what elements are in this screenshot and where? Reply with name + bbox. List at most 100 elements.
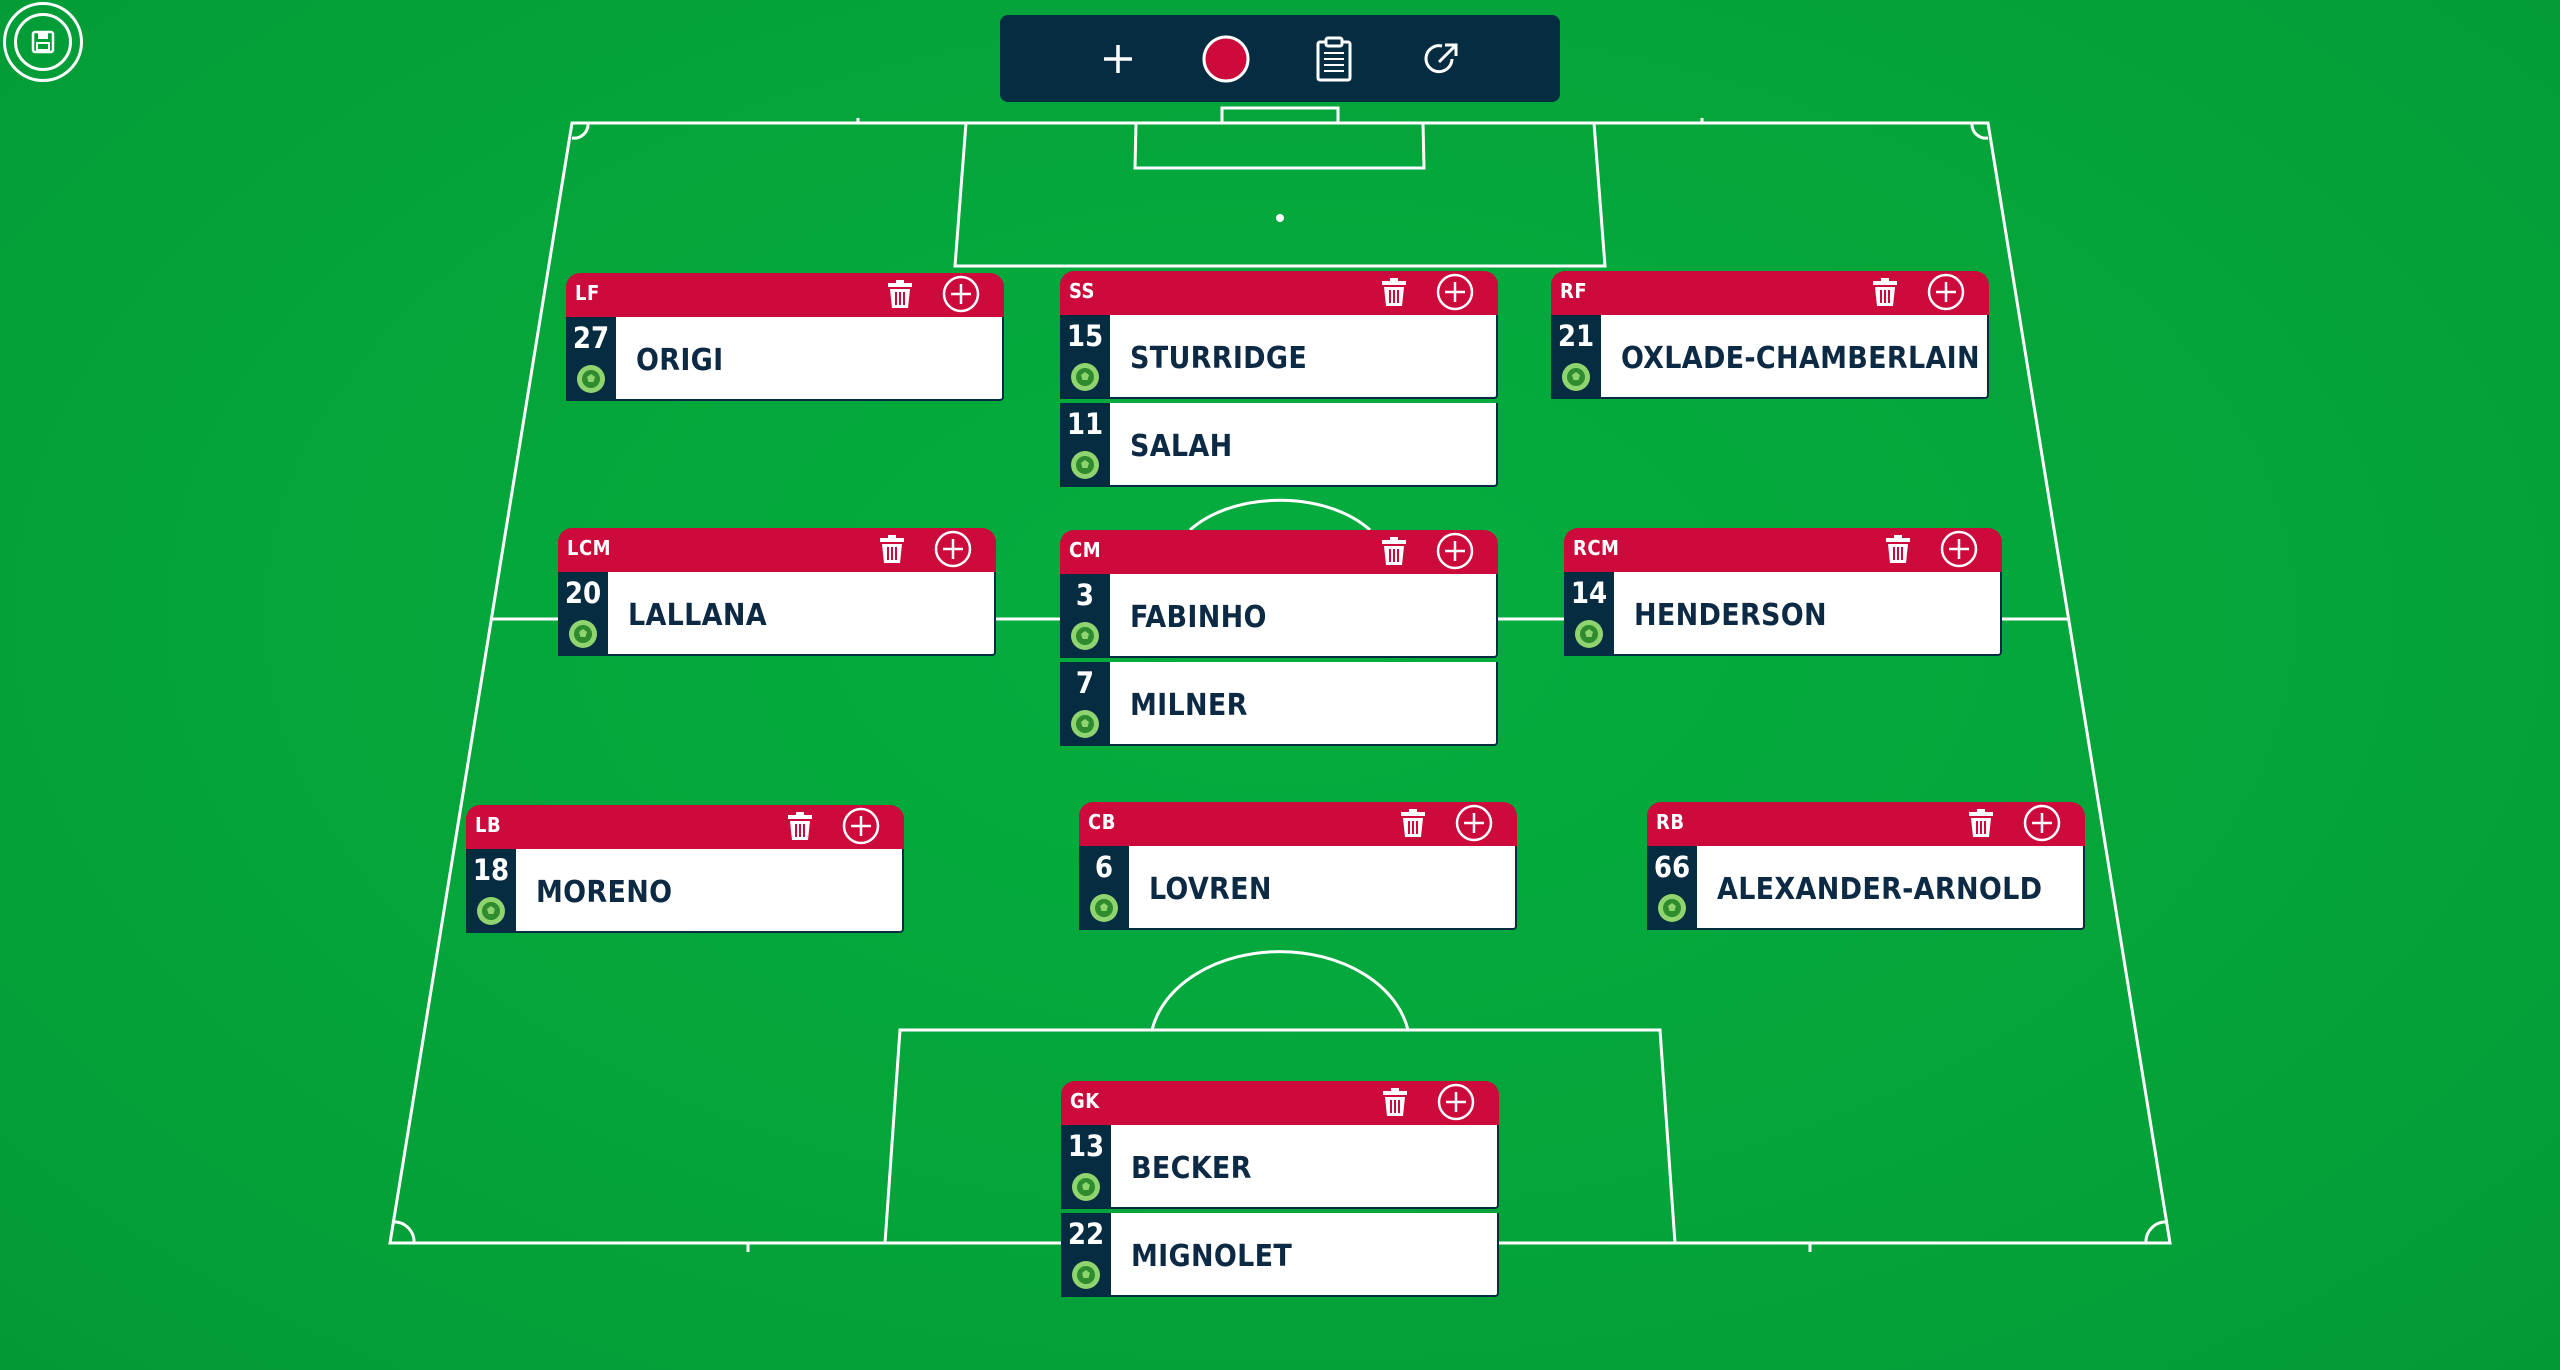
delete-position-button[interactable] <box>782 808 818 844</box>
player-name: ALEXANDER-ARNOLD <box>1717 871 2043 907</box>
player-name-cell[interactable]: LALLANA <box>608 572 996 656</box>
center-circle <box>1188 498 1372 532</box>
add-player-button[interactable] <box>1435 1081 1477 1123</box>
trash-icon <box>1886 535 1910 563</box>
floppy-disk-icon <box>31 30 55 54</box>
share-button[interactable] <box>1416 33 1468 85</box>
kit-color-button[interactable] <box>1200 33 1252 85</box>
add-player-button[interactable] <box>1434 530 1476 572</box>
player-row[interactable]: 27 ORIGI <box>566 317 1004 401</box>
position-header: LB <box>466 805 904 849</box>
shirt-number: 21 <box>1557 319 1595 353</box>
ball-icon-wrap <box>567 618 599 654</box>
player-name-cell[interactable]: MORENO <box>516 849 904 933</box>
position-card-rb: RB 66 ALEXANDER-ARNOLD <box>1647 802 2085 930</box>
player-row[interactable]: 22 MIGNOLET <box>1061 1213 1499 1297</box>
player-name: LOVREN <box>1149 871 1272 907</box>
player-row[interactable]: 18 MORENO <box>466 849 904 933</box>
player-row[interactable]: 20 LALLANA <box>558 572 996 656</box>
shirt-number-column: 21 <box>1551 315 1601 399</box>
ball-icon-wrap <box>1088 892 1120 928</box>
add-player-icon <box>2023 804 2061 842</box>
delete-position-button[interactable] <box>874 531 910 567</box>
delete-position-button[interactable] <box>1377 1084 1413 1120</box>
add-player-button[interactable] <box>840 805 882 847</box>
trash-icon <box>1382 278 1406 306</box>
player-name: ORIGI <box>636 342 724 378</box>
player-name-cell[interactable]: ALEXANDER-ARNOLD <box>1697 846 2085 930</box>
player-row[interactable]: 13 BECKER <box>1061 1125 1499 1209</box>
football-icon <box>1090 894 1118 922</box>
shirt-number: 27 <box>572 321 610 355</box>
player-row[interactable]: 3 FABINHO <box>1060 574 1498 658</box>
ball-icon-wrap <box>1573 618 1605 654</box>
player-name-cell[interactable]: MILNER <box>1110 662 1498 746</box>
player-name: SALAH <box>1130 428 1233 464</box>
player-name-cell[interactable]: BECKER <box>1111 1125 1499 1209</box>
player-row[interactable]: 7 MILNER <box>1060 662 1498 746</box>
player-row[interactable]: 6 LOVREN <box>1079 846 1517 930</box>
shirt-number: 3 <box>1075 578 1095 612</box>
shirt-number: 15 <box>1066 319 1104 353</box>
delete-position-button[interactable] <box>1376 274 1412 310</box>
player-name-cell[interactable]: STURRIDGE <box>1110 315 1498 399</box>
position-header: CM <box>1060 530 1498 574</box>
shirt-number-column: 18 <box>466 849 516 933</box>
player-name-cell[interactable]: SALAH <box>1110 403 1498 487</box>
add-player-button[interactable] <box>932 528 974 570</box>
add-player-icon <box>942 275 980 313</box>
player-name-cell[interactable]: ORIGI <box>616 317 1004 401</box>
add-player-icon <box>1437 1083 1475 1121</box>
ball-icon-wrap <box>1069 708 1101 744</box>
player-name: HENDERSON <box>1634 597 1827 633</box>
add-player-icon <box>1455 804 1493 842</box>
player-name-cell[interactable]: HENDERSON <box>1614 572 2002 656</box>
add-position-button[interactable] <box>1092 33 1144 85</box>
shirt-number: 6 <box>1094 850 1114 884</box>
football-icon <box>1071 622 1099 650</box>
shirt-number-column: 6 <box>1079 846 1129 930</box>
shirt-number: 11 <box>1066 407 1104 441</box>
shirt-number-column: 11 <box>1060 403 1110 487</box>
delete-position-button[interactable] <box>1376 533 1412 569</box>
position-label: CM <box>1069 538 1102 562</box>
player-name-cell[interactable]: MIGNOLET <box>1111 1213 1499 1297</box>
player-row[interactable]: 21 OXLADE-CHAMBERLAIN <box>1551 315 1989 399</box>
player-name-cell[interactable]: OXLADE-CHAMBERLAIN <box>1601 315 1989 399</box>
add-player-button[interactable] <box>2021 802 2063 844</box>
player-row[interactable]: 11 SALAH <box>1060 403 1498 487</box>
ball-icon-wrap <box>1069 361 1101 397</box>
penalty-spot <box>1276 214 1284 222</box>
clipboard-button[interactable] <box>1308 33 1360 85</box>
position-header: RCM <box>1564 528 2002 572</box>
player-row[interactable]: 66 ALEXANDER-ARNOLD <box>1647 846 2085 930</box>
player-name-cell[interactable]: LOVREN <box>1129 846 1517 930</box>
player-row[interactable]: 15 STURRIDGE <box>1060 315 1498 399</box>
football-icon <box>1658 894 1686 922</box>
add-player-button[interactable] <box>1434 271 1476 313</box>
add-player-button[interactable] <box>1938 528 1980 570</box>
add-player-button[interactable] <box>940 273 982 315</box>
player-row[interactable]: 14 HENDERSON <box>1564 572 2002 656</box>
top-penalty-area <box>953 122 1607 268</box>
position-card-cm: CM 3 FABINHO 7 MILNER <box>1060 530 1498 746</box>
add-player-button[interactable] <box>1925 271 1967 313</box>
delete-position-button[interactable] <box>882 276 918 312</box>
position-header: GK <box>1061 1081 1499 1125</box>
position-label: RCM <box>1573 536 1620 560</box>
add-player-icon <box>934 530 972 568</box>
position-card-rf: RF 21 OXLADE-CHAMBERLAIN <box>1551 271 1989 399</box>
ball-icon-wrap <box>1069 449 1101 485</box>
add-player-button[interactable] <box>1453 802 1495 844</box>
delete-position-button[interactable] <box>1867 274 1903 310</box>
add-player-icon <box>1436 273 1474 311</box>
position-label: LF <box>575 281 600 305</box>
player-name-cell[interactable]: FABINHO <box>1110 574 1498 658</box>
toolbar <box>1000 15 1560 102</box>
ball-icon-wrap <box>575 363 607 399</box>
add-player-icon <box>1940 530 1978 568</box>
delete-position-button[interactable] <box>1395 805 1431 841</box>
save-lineup-button[interactable] <box>3 2 83 82</box>
delete-position-button[interactable] <box>1880 531 1916 567</box>
delete-position-button[interactable] <box>1963 805 1999 841</box>
